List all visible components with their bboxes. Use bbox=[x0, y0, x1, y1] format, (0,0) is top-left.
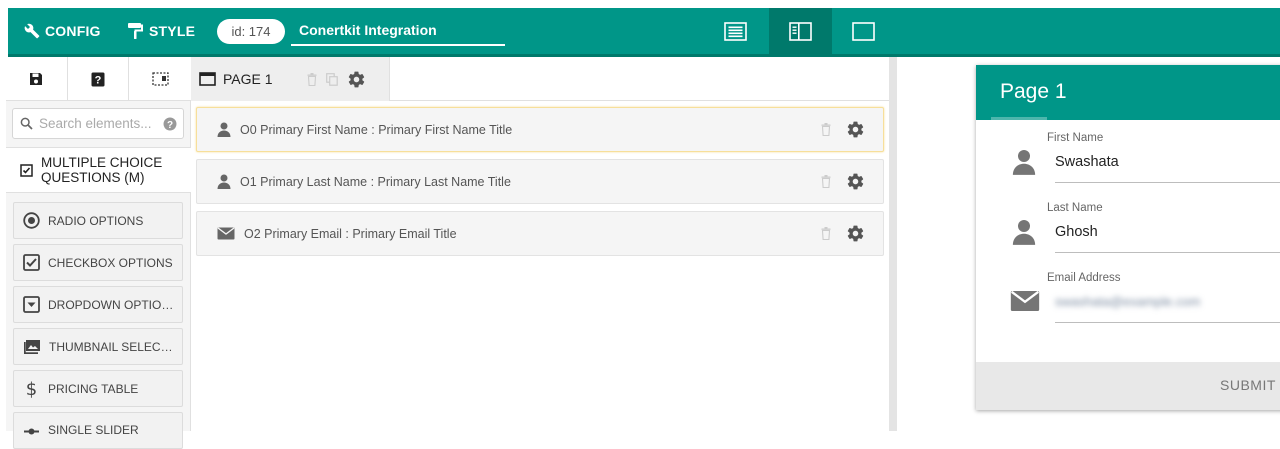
element-label: DROPDOWN OPTIONS bbox=[48, 297, 174, 312]
copy-icon[interactable] bbox=[326, 72, 338, 86]
form-element-row[interactable]: O1 Primary Last Name : Primary Last Name… bbox=[196, 159, 884, 204]
config-button[interactable]: CONFIG bbox=[24, 8, 101, 54]
person-icon bbox=[217, 122, 231, 137]
person-icon bbox=[217, 174, 231, 189]
dropdown-icon bbox=[23, 296, 40, 313]
search-placeholder: Search elements... bbox=[39, 116, 152, 131]
field-label: Email Address bbox=[1047, 272, 1121, 284]
list-view-icon bbox=[724, 21, 747, 41]
person-icon bbox=[1012, 219, 1036, 245]
gear-icon[interactable] bbox=[846, 224, 865, 243]
category-label: MULTIPLE CHOICE QUESTIONS (M) bbox=[41, 155, 163, 185]
split-view-icon bbox=[789, 21, 812, 41]
element-label: CHECKBOX OPTIONS bbox=[48, 255, 173, 270]
checkbox-icon bbox=[23, 254, 40, 271]
page-tabbar: PAGE 1 bbox=[191, 57, 889, 101]
input-underline bbox=[1055, 252, 1280, 253]
preview-field-email: Email Address swashata@example.com bbox=[976, 272, 1280, 342]
form-id-badge: id: 174 bbox=[217, 19, 285, 44]
email-icon bbox=[217, 227, 235, 240]
element-label: PRICING TABLE bbox=[48, 381, 139, 396]
panel-toolbar: ? bbox=[6, 57, 191, 101]
view-preview-only-button[interactable] bbox=[832, 8, 895, 54]
svg-text:$: $ bbox=[26, 379, 37, 398]
input-underline bbox=[1055, 182, 1280, 183]
radio-icon bbox=[23, 212, 40, 229]
preview-card: Page 1 First Name Swashata Last Name Gho… bbox=[976, 65, 1280, 410]
element-label: SINGLE SLIDER bbox=[48, 423, 139, 437]
input-underline bbox=[1055, 322, 1280, 323]
form-builder-panel: PAGE 1 O0 Primary First Name : Primary F… bbox=[191, 57, 889, 431]
slider-icon bbox=[23, 423, 40, 440]
wrench-icon bbox=[24, 23, 40, 39]
last-name-input[interactable]: Ghosh bbox=[1055, 224, 1098, 240]
svg-text:?: ? bbox=[95, 74, 102, 86]
preview-field-first-name: First Name Swashata bbox=[976, 132, 1280, 202]
dollar-icon: $ bbox=[23, 379, 40, 398]
form-preview-panel: Page 1 First Name Swashata Last Name Gho… bbox=[897, 57, 1280, 431]
checkbox-icon bbox=[20, 163, 33, 177]
style-label: STYLE bbox=[149, 23, 196, 39]
person-icon bbox=[1012, 149, 1036, 175]
help-circle-icon[interactable]: ? bbox=[163, 117, 177, 131]
view-split-button[interactable] bbox=[769, 8, 832, 54]
layout-toggle-button[interactable] bbox=[129, 57, 191, 101]
config-label: CONFIG bbox=[45, 23, 101, 39]
preview-view-icon bbox=[852, 21, 875, 41]
trash-icon[interactable] bbox=[821, 175, 831, 188]
element-thumbnail-selection[interactable]: THUMBNAIL SELECTI... bbox=[13, 328, 183, 365]
panel-scrollbar[interactable] bbox=[889, 57, 897, 431]
field-label: First Name bbox=[1047, 132, 1104, 144]
preview-header: Page 1 bbox=[976, 65, 1280, 120]
trash-icon[interactable] bbox=[307, 72, 317, 86]
save-icon bbox=[29, 72, 43, 86]
element-label: THUMBNAIL SELECTI... bbox=[49, 339, 175, 354]
element-pricing-table[interactable]: $ PRICING TABLE bbox=[13, 370, 183, 407]
save-button[interactable] bbox=[6, 57, 68, 101]
submit-button[interactable]: SUBMIT bbox=[1220, 377, 1276, 393]
top-toolbar: CONFIG STYLE id: 174 Conertkit Integrati… bbox=[0, 0, 1280, 57]
first-name-input[interactable]: Swashata bbox=[1055, 154, 1119, 170]
page-tab-label: PAGE 1 bbox=[223, 71, 273, 87]
view-form-only-button[interactable] bbox=[704, 8, 767, 54]
element-checkbox-options[interactable]: CHECKBOX OPTIONS bbox=[13, 244, 183, 281]
trash-icon[interactable] bbox=[821, 123, 831, 136]
page-tab-1[interactable]: PAGE 1 bbox=[191, 57, 390, 101]
toolbar-bar: CONFIG STYLE id: 174 Conertkit Integrati… bbox=[8, 8, 1280, 57]
style-button[interactable]: STYLE bbox=[127, 8, 195, 54]
form-element-label: O0 Primary First Name : Primary First Na… bbox=[240, 122, 513, 137]
page-icon bbox=[199, 72, 216, 86]
search-icon bbox=[20, 117, 33, 130]
gear-icon[interactable] bbox=[347, 70, 366, 89]
help-icon: ? bbox=[91, 72, 105, 87]
elements-panel: ? Search elements... ? MULTIPLE CHOICE Q… bbox=[6, 57, 191, 449]
form-element-row[interactable]: O0 Primary First Name : Primary First Na… bbox=[196, 107, 884, 152]
email-icon bbox=[1010, 290, 1040, 312]
form-element-label: O1 Primary Last Name : Primary Last Name… bbox=[240, 174, 511, 189]
form-element-row[interactable]: O2 Primary Email : Primary Email Title bbox=[196, 211, 884, 256]
gear-icon[interactable] bbox=[846, 120, 865, 139]
element-radio-options[interactable]: RADIO OPTIONS bbox=[13, 202, 183, 239]
layout-icon bbox=[152, 72, 169, 86]
category-multiple-choice[interactable]: MULTIPLE CHOICE QUESTIONS (M) bbox=[6, 147, 191, 193]
form-element-label: O2 Primary Email : Primary Email Title bbox=[244, 226, 457, 241]
email-input[interactable]: swashata@example.com bbox=[1055, 294, 1200, 309]
field-label: Last Name bbox=[1047, 202, 1103, 214]
preview-page-title[interactable]: Page 1 bbox=[1000, 80, 1067, 104]
submit-bar: SUBMIT bbox=[976, 362, 1280, 410]
trash-icon[interactable] bbox=[821, 227, 831, 240]
form-title-input[interactable]: Conertkit Integration bbox=[291, 17, 505, 46]
preview-field-last-name: Last Name Ghosh bbox=[976, 202, 1280, 272]
svg-text:?: ? bbox=[167, 120, 173, 131]
gear-icon[interactable] bbox=[846, 172, 865, 191]
search-elements-field[interactable]: Search elements... ? bbox=[12, 108, 184, 139]
element-label: RADIO OPTIONS bbox=[48, 213, 144, 228]
active-tab-indicator bbox=[991, 117, 1047, 120]
image-icon bbox=[23, 339, 41, 355]
element-dropdown-options[interactable]: DROPDOWN OPTIONS bbox=[13, 286, 183, 323]
help-button[interactable]: ? bbox=[68, 57, 130, 101]
paint-roller-icon bbox=[127, 22, 144, 40]
